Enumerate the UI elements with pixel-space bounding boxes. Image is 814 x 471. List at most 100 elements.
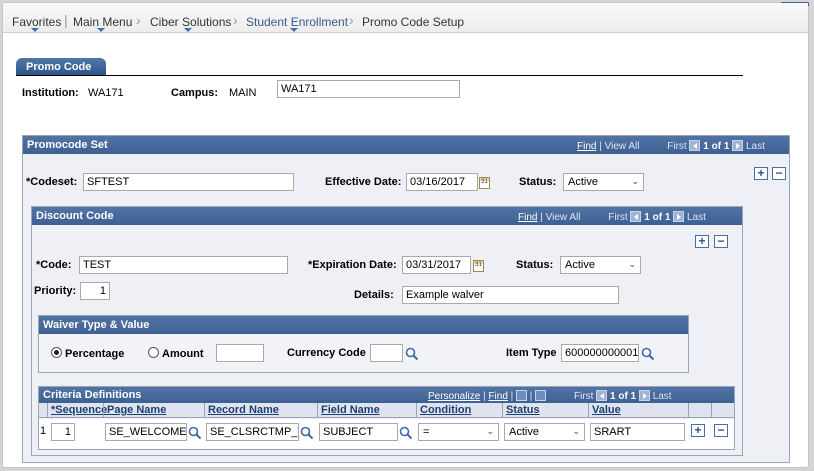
- status-label: Status:: [519, 176, 557, 188]
- column-status[interactable]: Status: [503, 403, 540, 418]
- breadcrumb-nav: Favorites | Main Menu › Ciber Solutions …: [3, 3, 808, 33]
- criteria-header: Criteria Definitions Personalize | Find …: [39, 387, 734, 403]
- delete-row-icon[interactable]: −: [772, 167, 786, 180]
- condition-value: =: [423, 426, 430, 438]
- currency-code-input[interactable]: [370, 344, 403, 362]
- nav-favorites[interactable]: Favorites: [12, 15, 61, 29]
- download-icon[interactable]: [535, 390, 547, 401]
- status-select[interactable]: Active ⌄: [560, 256, 641, 274]
- nav-promo-code-setup: Promo Code Setup: [362, 15, 465, 29]
- row-range: 1 of 1: [703, 141, 730, 152]
- currency-code-label: Currency Code: [287, 347, 366, 359]
- view-all-icon[interactable]: [516, 390, 528, 401]
- last-label[interactable]: Last: [653, 391, 672, 402]
- priority-input[interactable]: 1: [80, 282, 110, 300]
- chevron-down-icon[interactable]: [290, 28, 298, 32]
- last-label[interactable]: Last: [746, 141, 765, 152]
- calendar-icon[interactable]: 31: [479, 177, 490, 189]
- criteria-grid: Criteria Definitions Personalize | Find …: [38, 386, 735, 450]
- nav-main-menu[interactable]: Main Menu: [73, 15, 132, 29]
- first-label[interactable]: First: [667, 141, 686, 152]
- last-label[interactable]: Last: [687, 212, 706, 223]
- column-divider: [711, 403, 712, 418]
- add-row-icon[interactable]: +: [691, 424, 705, 437]
- previous-icon[interactable]: [596, 390, 608, 401]
- lookup-icon[interactable]: [641, 347, 655, 361]
- tab-promo-code[interactable]: Promo Code: [16, 58, 106, 76]
- previous-icon[interactable]: [630, 211, 642, 222]
- row-status-select[interactable]: Active ⌄: [504, 423, 585, 441]
- promocode-set-nav: Find | View All First 1 of 1 Last: [577, 140, 765, 152]
- details-input[interactable]: Example walver: [402, 286, 619, 304]
- column-page-name[interactable]: Page Name: [104, 403, 166, 418]
- code-input[interactable]: TEST: [79, 256, 288, 274]
- item-type-input[interactable]: 600000000001: [561, 344, 639, 362]
- first-label[interactable]: First: [574, 391, 593, 402]
- campus-label: Campus:: [171, 87, 219, 99]
- first-label[interactable]: First: [608, 212, 627, 223]
- chevron-down-icon: ⌄: [631, 176, 639, 186]
- code-label: *Code:: [36, 259, 72, 271]
- next-icon[interactable]: [673, 211, 685, 222]
- chevron-right-icon: ›: [136, 12, 141, 28]
- add-row-icon[interactable]: +: [695, 235, 709, 248]
- column-condition[interactable]: Condition: [417, 403, 471, 418]
- find-link[interactable]: Find: [577, 141, 596, 152]
- lookup-icon[interactable]: [405, 347, 419, 361]
- next-icon[interactable]: [732, 140, 744, 151]
- percentage-radio[interactable]: [51, 347, 62, 358]
- add-row-icon[interactable]: +: [754, 167, 768, 180]
- criteria-nav: Personalize | Find | | First 1 of 1 Last: [428, 390, 672, 402]
- sequence-input[interactable]: 1: [51, 423, 75, 441]
- waiver-box: Waiver Type & Value Percentage Amount Cu…: [38, 315, 689, 373]
- column-sequence[interactable]: *Sequence: [48, 403, 107, 418]
- status-select[interactable]: Active ⌄: [563, 173, 644, 191]
- calendar-icon[interactable]: 31: [473, 260, 484, 272]
- lookup-icon[interactable]: [188, 426, 202, 440]
- chevron-down-icon[interactable]: [184, 28, 192, 32]
- column-record-name[interactable]: Record Name: [205, 403, 279, 418]
- amount-label: Amount: [162, 348, 204, 360]
- previous-icon[interactable]: [689, 140, 701, 151]
- delete-row-icon[interactable]: −: [714, 424, 728, 437]
- find-link[interactable]: Find: [488, 391, 507, 402]
- field-name-input[interactable]: SUBJECT: [319, 423, 398, 441]
- discount-code-title: Discount Code: [36, 210, 114, 222]
- expiration-date-label: *Expiration Date:: [308, 259, 397, 271]
- expiration-date-input[interactable]: 03/31/2017: [402, 256, 471, 274]
- row-range: 1 of 1: [644, 212, 671, 223]
- effective-date-input[interactable]: 03/16/2017: [406, 173, 478, 191]
- column-divider: [688, 403, 689, 418]
- chevron-down-icon[interactable]: [31, 28, 39, 32]
- lookup-icon[interactable]: [300, 426, 314, 440]
- chevron-down-icon: ⌄: [572, 426, 580, 436]
- delete-row-icon[interactable]: −: [714, 235, 728, 248]
- chevron-down-icon[interactable]: [97, 28, 105, 32]
- codeset-input[interactable]: SFTEST: [83, 173, 294, 191]
- record-name-input[interactable]: SE_CLSRCTMP_T: [206, 423, 299, 441]
- lookup-icon[interactable]: [399, 426, 413, 440]
- effective-date-label: Effective Date:: [325, 176, 402, 188]
- value-input[interactable]: SRART: [590, 423, 685, 441]
- details-label: Details:: [354, 289, 394, 301]
- institution-label: Institution:: [22, 87, 79, 99]
- view-all-link[interactable]: View All: [546, 212, 581, 223]
- nav-ciber-solutions[interactable]: Ciber Solutions: [150, 15, 231, 29]
- priority-label: Priority:: [34, 285, 77, 297]
- chevron-right-icon: ›: [349, 12, 354, 28]
- promocode-set-title: Promocode Set: [27, 139, 108, 151]
- page-name-input[interactable]: SE_WELCOME: [105, 423, 187, 441]
- amount-radio[interactable]: [148, 347, 159, 358]
- table-row: 1 1 SE_WELCOME SE_CLSRCTMP_T SUBJECT = ⌄…: [39, 419, 734, 449]
- find-link[interactable]: Find: [518, 212, 537, 223]
- condition-select[interactable]: = ⌄: [418, 423, 499, 441]
- column-field-name[interactable]: Field Name: [318, 403, 380, 418]
- column-value[interactable]: Value: [589, 403, 621, 418]
- waiver-header: Waiver Type & Value: [39, 316, 688, 334]
- view-all-link[interactable]: View All: [605, 141, 640, 152]
- personalize-link[interactable]: Personalize: [428, 391, 480, 402]
- amount-input[interactable]: [216, 344, 264, 362]
- next-icon[interactable]: [638, 390, 650, 401]
- item-type-label: Item Type: [506, 347, 557, 359]
- nav-student-enrollment[interactable]: Student Enrollment: [246, 15, 348, 29]
